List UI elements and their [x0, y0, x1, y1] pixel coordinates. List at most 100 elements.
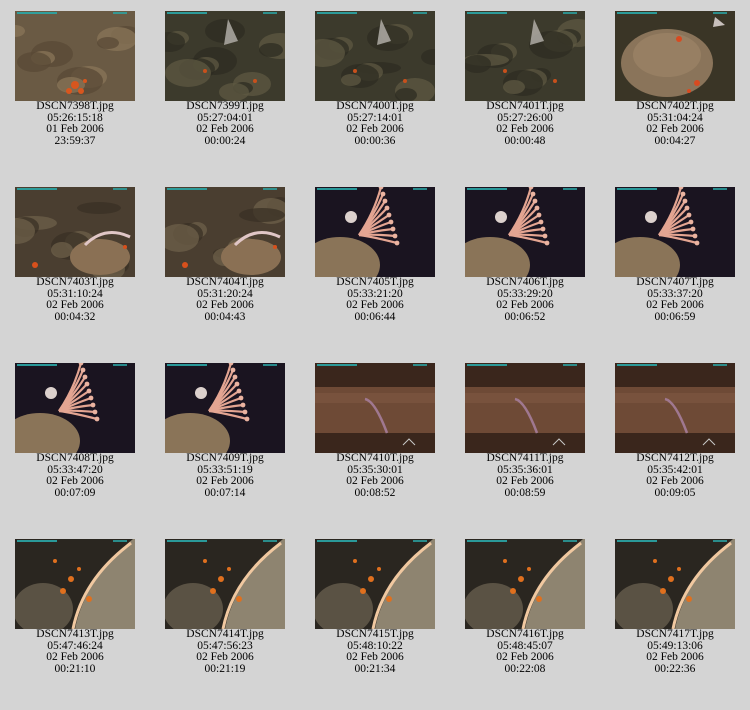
- thumbnail-caption: DSCN7414T.jpg 05:47:56:23 02 Feb 2006 00:21…: [150, 628, 300, 675]
- thumbnail-filename: DSCN7398T.jpg: [36, 100, 114, 112]
- thumbnail-filename: DSCN7417T.jpg: [636, 628, 714, 640]
- thumbnail-item: DSCN7414T.jpg 05:47:56:23 02 Feb 2006 00:21…: [150, 539, 300, 709]
- thumbnail-item: DSCN7415T.jpg 05:48:10:22 02 Feb 2006 00:21…: [300, 539, 450, 709]
- thumbnail-item: DSCN7401T.jpg 05:27:26:00 02 Feb 2006 00:00…: [450, 11, 600, 181]
- thumbnail-item: DSCN7406T.jpg 05:33:29:20 02 Feb 2006 00:06…: [450, 187, 600, 357]
- thumbnail-caption: DSCN7410T.jpg 05:35:30:01 02 Feb 2006 00:08…: [300, 452, 450, 499]
- thumbnail-elapsed: 00:04:43: [204, 310, 246, 323]
- thumbnail-elapsed: 00:09:05: [654, 486, 696, 499]
- thumbnail-filename: DSCN7409T.jpg: [186, 452, 264, 464]
- thumbnail-caption: DSCN7412T.jpg 05:35:42:01 02 Feb 2006 00:09…: [600, 452, 750, 499]
- thumbnail-elapsed: 00:06:52: [504, 310, 546, 323]
- thumbnail-image[interactable]: [615, 11, 735, 101]
- thumbnail-image[interactable]: [615, 539, 735, 629]
- thumbnail-elapsed: 00:00:48: [504, 134, 546, 147]
- thumbnail-image[interactable]: [315, 11, 435, 101]
- thumbnail-filename: DSCN7407T.jpg: [636, 276, 714, 288]
- thumbnail-caption: DSCN7417T.jpg 05:49:13:06 02 Feb 2006 00:22…: [600, 628, 750, 675]
- thumbnail-filename: DSCN7406T.jpg: [486, 276, 564, 288]
- thumbnail-filename: DSCN7404T.jpg: [186, 276, 264, 288]
- thumbnail-elapsed: 00:21:19: [204, 662, 246, 675]
- thumbnail-grid: DSCN7398T.jpg 05:26:15:18 01 Feb 2006 23:59…: [0, 0, 750, 710]
- thumbnail-image[interactable]: [15, 363, 135, 453]
- thumbnail-image[interactable]: [165, 11, 285, 101]
- thumbnail-image[interactable]: [15, 539, 135, 629]
- thumbnail-filename: DSCN7411T.jpg: [486, 452, 564, 464]
- thumbnail-image[interactable]: [615, 363, 735, 453]
- thumbnail-elapsed: 00:06:59: [654, 310, 696, 323]
- thumbnail-elapsed: 00:04:27: [654, 134, 696, 147]
- thumbnail-filename: DSCN7413T.jpg: [36, 628, 114, 640]
- thumbnail-elapsed: 00:00:36: [354, 134, 396, 147]
- thumbnail-caption: DSCN7413T.jpg 05:47:46:24 02 Feb 2006 00:21…: [0, 628, 150, 675]
- thumbnail-filename: DSCN7410T.jpg: [336, 452, 414, 464]
- thumbnail-caption: DSCN7409T.jpg 05:33:51:19 02 Feb 2006 00:07…: [150, 452, 300, 499]
- thumbnail-caption: DSCN7405T.jpg 05:33:21:20 02 Feb 2006 00:06…: [300, 276, 450, 323]
- thumbnail-image[interactable]: [165, 539, 285, 629]
- thumbnail-image[interactable]: [165, 187, 285, 277]
- thumbnail-item: DSCN7404T.jpg 05:31:20:24 02 Feb 2006 00:04…: [150, 187, 300, 357]
- thumbnail-filename: DSCN7415T.jpg: [336, 628, 414, 640]
- thumbnail-filename: DSCN7401T.jpg: [486, 100, 564, 112]
- thumbnail-caption: DSCN7411T.jpg 05:35:36:01 02 Feb 2006 00:08…: [450, 452, 600, 499]
- thumbnail-item: DSCN7408T.jpg 05:33:47:20 02 Feb 2006 00:07…: [0, 363, 150, 533]
- thumbnail-filename: DSCN7405T.jpg: [336, 276, 414, 288]
- thumbnail-filename: DSCN7400T.jpg: [336, 100, 414, 112]
- thumbnail-image[interactable]: [465, 363, 585, 453]
- thumbnail-item: DSCN7410T.jpg 05:35:30:01 02 Feb 2006 00:08…: [300, 363, 450, 533]
- thumbnail-elapsed: 00:22:08: [504, 662, 546, 675]
- thumbnail-image[interactable]: [465, 187, 585, 277]
- thumbnail-item: DSCN7411T.jpg 05:35:36:01 02 Feb 2006 00:08…: [450, 363, 600, 533]
- thumbnail-caption: DSCN7403T.jpg 05:31:10:24 02 Feb 2006 00:04…: [0, 276, 150, 323]
- thumbnail-image[interactable]: [15, 11, 135, 101]
- thumbnail-caption: DSCN7415T.jpg 05:48:10:22 02 Feb 2006 00:21…: [300, 628, 450, 675]
- thumbnail-caption: DSCN7404T.jpg 05:31:20:24 02 Feb 2006 00:04…: [150, 276, 300, 323]
- thumbnail-elapsed: 00:07:14: [204, 486, 246, 499]
- thumbnail-caption: DSCN7399T.jpg 05:27:04:01 02 Feb 2006 00:00…: [150, 100, 300, 147]
- thumbnail-caption: DSCN7407T.jpg 05:33:37:20 02 Feb 2006 00:06…: [600, 276, 750, 323]
- thumbnail-filename: DSCN7408T.jpg: [36, 452, 114, 464]
- thumbnail-caption: DSCN7400T.jpg 05:27:14:01 02 Feb 2006 00:00…: [300, 100, 450, 147]
- thumbnail-image[interactable]: [465, 539, 585, 629]
- thumbnail-caption: DSCN7416T.jpg 05:48:45:07 02 Feb 2006 00:22…: [450, 628, 600, 675]
- thumbnail-item: DSCN7402T.jpg 05:31:04:24 02 Feb 2006 00:04…: [600, 11, 750, 181]
- thumbnail-elapsed: 23:59:37: [54, 134, 96, 147]
- thumbnail-item: DSCN7405T.jpg 05:33:21:20 02 Feb 2006 00:06…: [300, 187, 450, 357]
- thumbnail-elapsed: 00:04:32: [54, 310, 96, 323]
- thumbnail-filename: DSCN7416T.jpg: [486, 628, 564, 640]
- thumbnail-image[interactable]: [315, 539, 435, 629]
- thumbnail-item: DSCN7416T.jpg 05:48:45:07 02 Feb 2006 00:22…: [450, 539, 600, 709]
- thumbnail-item: DSCN7413T.jpg 05:47:46:24 02 Feb 2006 00:21…: [0, 539, 150, 709]
- thumbnail-image[interactable]: [315, 363, 435, 453]
- thumbnail-elapsed: 00:00:24: [204, 134, 246, 147]
- thumbnail-elapsed: 00:21:34: [354, 662, 396, 675]
- thumbnail-caption: DSCN7402T.jpg 05:31:04:24 02 Feb 2006 00:04…: [600, 100, 750, 147]
- thumbnail-item: DSCN7412T.jpg 05:35:42:01 02 Feb 2006 00:09…: [600, 363, 750, 533]
- thumbnail-item: DSCN7398T.jpg 05:26:15:18 01 Feb 2006 23:59…: [0, 11, 150, 181]
- thumbnail-elapsed: 00:22:36: [654, 662, 696, 675]
- thumbnail-image[interactable]: [165, 363, 285, 453]
- thumbnail-filename: DSCN7402T.jpg: [636, 100, 714, 112]
- thumbnail-caption: DSCN7398T.jpg 05:26:15:18 01 Feb 2006 23:59…: [0, 100, 150, 147]
- thumbnail-filename: DSCN7412T.jpg: [636, 452, 714, 464]
- thumbnail-item: DSCN7409T.jpg 05:33:51:19 02 Feb 2006 00:07…: [150, 363, 300, 533]
- thumbnail-elapsed: 00:21:10: [54, 662, 96, 675]
- thumbnail-item: DSCN7403T.jpg 05:31:10:24 02 Feb 2006 00:04…: [0, 187, 150, 357]
- thumbnail-image[interactable]: [615, 187, 735, 277]
- thumbnail-item: DSCN7399T.jpg 05:27:04:01 02 Feb 2006 00:00…: [150, 11, 300, 181]
- thumbnail-elapsed: 00:07:09: [54, 486, 96, 499]
- thumbnail-filename: DSCN7403T.jpg: [36, 276, 114, 288]
- thumbnail-image[interactable]: [315, 187, 435, 277]
- thumbnail-caption: DSCN7408T.jpg 05:33:47:20 02 Feb 2006 00:07…: [0, 452, 150, 499]
- thumbnail-item: DSCN7400T.jpg 05:27:14:01 02 Feb 2006 00:00…: [300, 11, 450, 181]
- thumbnail-filename: DSCN7399T.jpg: [186, 100, 264, 112]
- thumbnail-elapsed: 00:06:44: [354, 310, 396, 323]
- thumbnail-elapsed: 00:08:52: [354, 486, 396, 499]
- thumbnail-caption: DSCN7406T.jpg 05:33:29:20 02 Feb 2006 00:06…: [450, 276, 600, 323]
- thumbnail-item: DSCN7417T.jpg 05:49:13:06 02 Feb 2006 00:22…: [600, 539, 750, 709]
- thumbnail-filename: DSCN7414T.jpg: [186, 628, 264, 640]
- thumbnail-elapsed: 00:08:59: [504, 486, 546, 499]
- thumbnail-image[interactable]: [465, 11, 585, 101]
- thumbnail-image[interactable]: [15, 187, 135, 277]
- thumbnail-item: DSCN7407T.jpg 05:33:37:20 02 Feb 2006 00:06…: [600, 187, 750, 357]
